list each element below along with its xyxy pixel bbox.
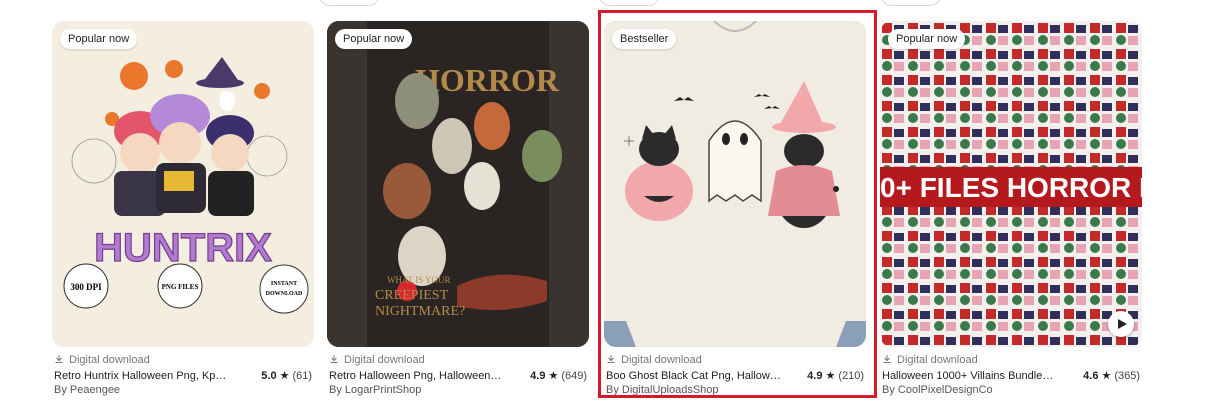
download-icon bbox=[54, 354, 64, 367]
top-filter-pill[interactable] bbox=[598, 0, 660, 6]
popular-badge: Popular now bbox=[888, 29, 966, 49]
dpi-label: 300 DPI bbox=[70, 282, 102, 292]
rating-value: 5.0 bbox=[261, 369, 277, 382]
digital-download-row: Digital download bbox=[54, 353, 312, 367]
download-label: Digital download bbox=[621, 354, 702, 366]
shop-name[interactable]: By CoolPixelDesignCo bbox=[882, 384, 1140, 396]
listing-title[interactable]: Halloween 1000+ Villains Bundle… bbox=[882, 370, 1062, 382]
star-icon: ★ bbox=[279, 370, 290, 382]
top-filter-pill[interactable] bbox=[880, 0, 942, 6]
rating: 5.0 ★ (61) bbox=[261, 369, 312, 383]
rating: 4.9 ★ (649) bbox=[530, 369, 587, 383]
listing-card[interactable]: Bestseller Digital download Boo Ghost Bl… bbox=[604, 21, 866, 403]
star-icon: ★ bbox=[1101, 370, 1112, 382]
instant-label: INSTANT bbox=[271, 281, 297, 287]
listing-title[interactable]: Boo Ghost Black Cat Png, Hallow… bbox=[606, 370, 786, 382]
bundle-banner-text: 0+ FILES HORROR MOVIES BU bbox=[880, 172, 1142, 203]
nightmare-line-2: CREEPIEST bbox=[375, 288, 449, 303]
rating-value: 4.9 bbox=[530, 369, 546, 382]
download-icon bbox=[882, 354, 892, 367]
review-count: (365) bbox=[1114, 369, 1140, 382]
shop-name[interactable]: By Peaengee bbox=[54, 384, 312, 396]
shop-name[interactable]: By LogarPrintShop bbox=[329, 384, 587, 396]
download-label: Digital download bbox=[897, 354, 978, 366]
play-icon bbox=[1118, 319, 1127, 329]
top-filter-pill[interactable] bbox=[318, 0, 380, 6]
star-icon: ★ bbox=[825, 370, 836, 382]
listing-image[interactable]: Bestseller bbox=[604, 21, 866, 347]
play-video-button[interactable] bbox=[1108, 311, 1134, 337]
review-count: (649) bbox=[561, 369, 587, 382]
villains-bundle-artwork: 0+ FILES HORROR MOVIES BU bbox=[880, 21, 1142, 347]
download-icon bbox=[606, 354, 616, 367]
rating: 4.9 ★ (210) bbox=[807, 369, 864, 383]
listing-card[interactable]: HUNTRIX 300 DPI PNG FILES INSTANT DOWNLO… bbox=[52, 21, 314, 403]
download-label: Digital download bbox=[69, 354, 150, 366]
download-icon bbox=[329, 354, 339, 367]
nightmare-line-3: NIGHTMARE? bbox=[375, 304, 465, 319]
review-count: (61) bbox=[292, 369, 312, 382]
listing-image[interactable]: 0+ FILES HORROR MOVIES BU Popular now bbox=[880, 21, 1142, 347]
listing-card[interactable]: 0+ FILES HORROR MOVIES BU Popular now Di… bbox=[880, 21, 1142, 403]
bestseller-badge: Bestseller bbox=[612, 29, 677, 49]
png-files-label: PNG FILES bbox=[162, 283, 199, 291]
huntrix-artwork: HUNTRIX 300 DPI PNG FILES INSTANT DOWNLO… bbox=[52, 21, 314, 347]
download-label: Digital download bbox=[344, 354, 425, 366]
listing-image[interactable]: HORROR WHAT IS YOUR CREEPIEST NIGHTMARE?… bbox=[327, 21, 589, 347]
rating-value: 4.6 bbox=[1083, 369, 1099, 382]
download-label: DOWNLOAD bbox=[266, 291, 303, 297]
shop-name[interactable]: By DigitalUploadsShop bbox=[606, 384, 864, 396]
digital-download-row: Digital download bbox=[606, 353, 864, 367]
rating: 4.6 ★ (365) bbox=[1083, 369, 1140, 383]
popular-badge: Popular now bbox=[335, 29, 413, 49]
rating-value: 4.9 bbox=[807, 369, 823, 382]
digital-download-row: Digital download bbox=[882, 353, 1140, 367]
listing-title[interactable]: Retro Huntrix Halloween Png, Kp… bbox=[54, 370, 234, 382]
huntrix-logo-text: HUNTRIX bbox=[94, 226, 272, 270]
star-icon: ★ bbox=[548, 370, 559, 382]
digital-download-row: Digital download bbox=[329, 353, 587, 367]
listing-card[interactable]: HORROR WHAT IS YOUR CREEPIEST NIGHTMARE?… bbox=[327, 21, 589, 403]
review-count: (210) bbox=[838, 369, 864, 382]
popular-badge: Popular now bbox=[60, 29, 138, 49]
nightmare-line-1: WHAT IS YOUR bbox=[387, 275, 451, 285]
listing-title[interactable]: Retro Halloween Png, Halloween… bbox=[329, 370, 509, 382]
horror-shirt-artwork: HORROR WHAT IS YOUR CREEPIEST NIGHTMARE? bbox=[327, 21, 589, 347]
boo-ghost-cat-artwork bbox=[604, 21, 866, 347]
listing-image[interactable]: HUNTRIX 300 DPI PNG FILES INSTANT DOWNLO… bbox=[52, 21, 314, 347]
